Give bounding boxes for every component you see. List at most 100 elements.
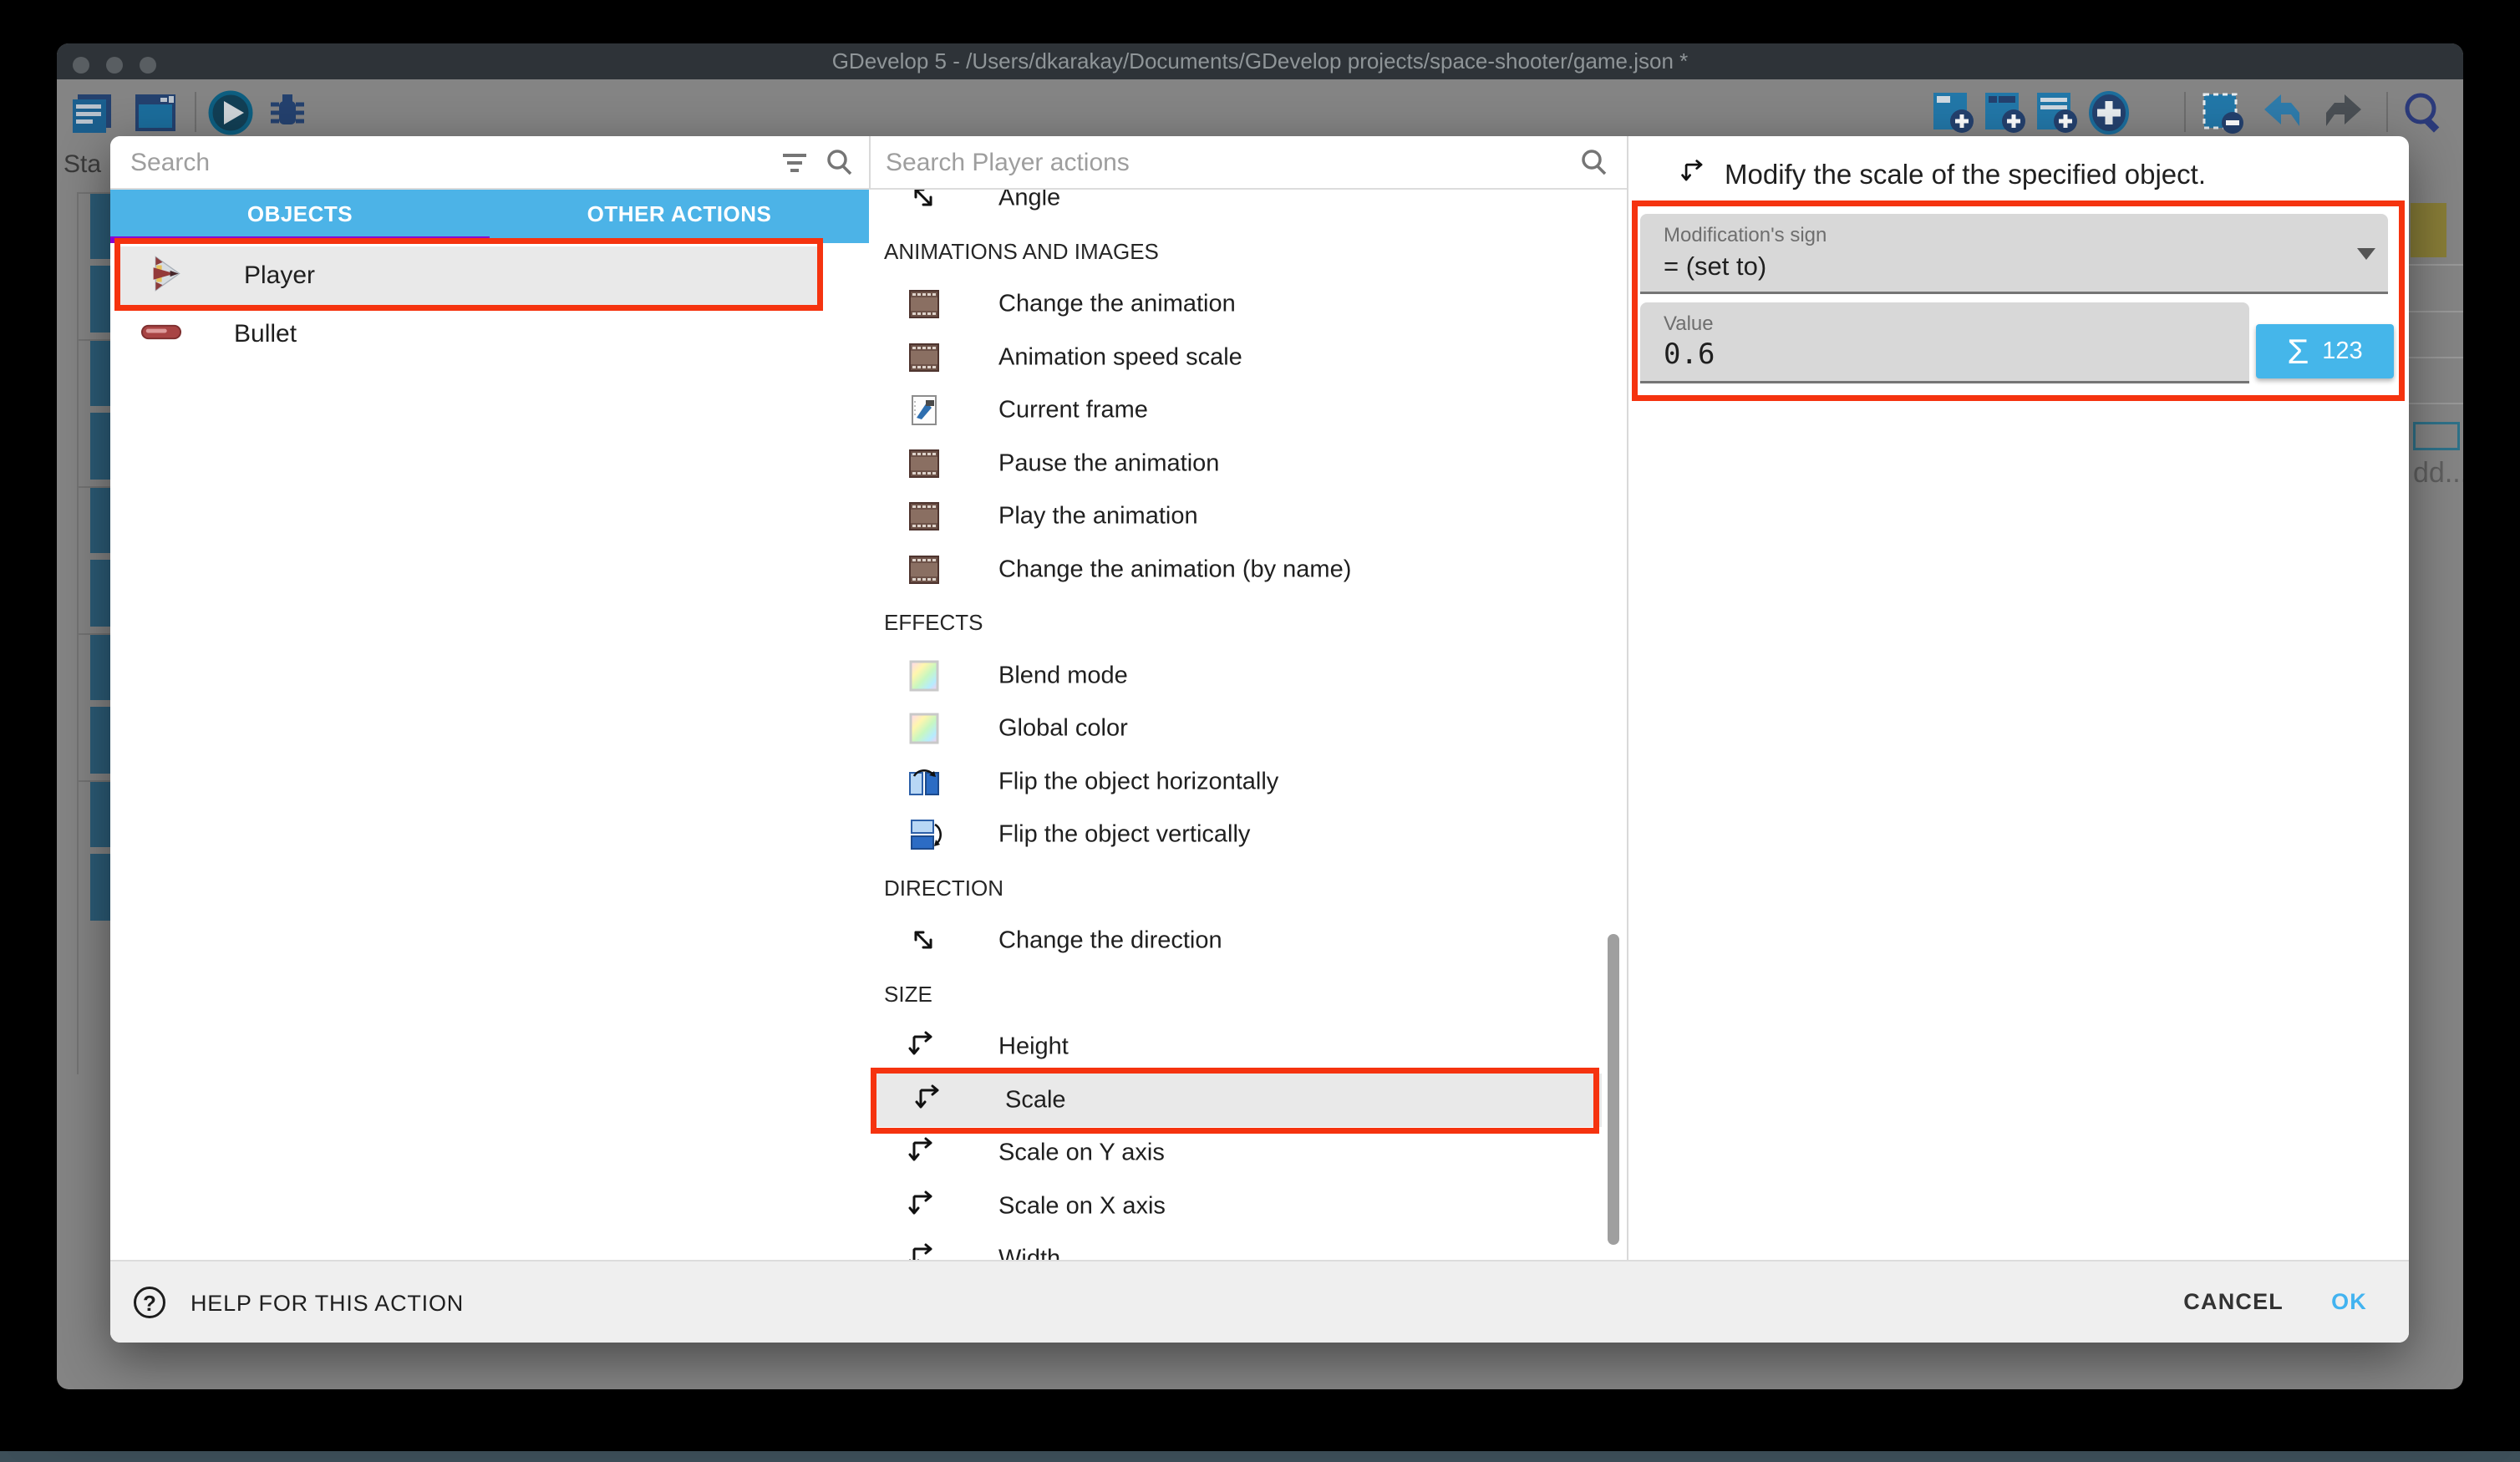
- field-label: Value: [1664, 312, 1714, 336]
- action-row[interactable]: Pause the animation: [869, 437, 1604, 490]
- project-manager-icon[interactable]: [69, 89, 116, 136]
- action-row[interactable]: Flip the object vertically: [869, 808, 1604, 861]
- film-icon: [907, 552, 942, 587]
- frame-icon: [907, 393, 942, 428]
- action-row[interactable]: Current frame: [869, 383, 1604, 437]
- debug-icon[interactable]: [264, 89, 311, 136]
- toolbar-divider: [2386, 92, 2388, 132]
- action-row[interactable]: Play the animation: [869, 490, 1604, 543]
- action-label: Change the direction: [998, 927, 1222, 955]
- ok-button[interactable]: OK: [2331, 1289, 2367, 1315]
- dialog-footer: ? HELP FOR THIS ACTION CANCEL OK: [110, 1260, 2409, 1343]
- film-icon: [907, 499, 942, 534]
- tab-other-actions[interactable]: OTHER ACTIONS: [490, 190, 869, 243]
- titlebar: GDevelop 5 - /Users/dkarakay/Documents/G…: [57, 43, 2463, 79]
- action-row[interactable]: Angle: [869, 190, 1604, 225]
- action-label: Pause the animation: [998, 449, 1219, 477]
- section-header: DIRECTION: [884, 861, 1603, 915]
- action-label: Width: [998, 1246, 1060, 1260]
- corner-arrow-icon: [913, 1083, 948, 1118]
- action-row[interactable]: Width: [869, 1232, 1604, 1260]
- toolbar-divider: [2184, 92, 2186, 132]
- rainbow-icon: [907, 711, 942, 746]
- help-icon[interactable]: ?: [134, 1287, 165, 1318]
- action-row[interactable]: Change the direction: [869, 914, 1604, 967]
- chevron-down-icon[interactable]: [2357, 248, 2375, 260]
- action-row[interactable]: Scale on X axis: [869, 1180, 1604, 1233]
- search-icon[interactable]: [822, 145, 857, 180]
- events-condition-block: [90, 486, 110, 553]
- window-title: GDevelop 5 - /Users/dkarakay/Documents/G…: [57, 43, 2463, 79]
- action-label: Current frame: [998, 397, 1148, 424]
- play-icon[interactable]: [207, 89, 254, 136]
- events-condition-block: [90, 413, 110, 480]
- action-row[interactable]: Change the animation (by name): [869, 543, 1604, 596]
- events-cell-border: [77, 633, 110, 635]
- screenshot-root: GDevelop 5 - /Users/dkarakay/Documents/G…: [0, 0, 2520, 1462]
- add-subevent-icon[interactable]: [1982, 89, 2029, 136]
- events-condition-block: [90, 192, 110, 259]
- modification-sign-select[interactable]: Modification's sign = (set to): [1640, 214, 2388, 294]
- film-icon: [907, 287, 942, 322]
- object-row[interactable]: Bullet: [110, 305, 869, 363]
- events-condition-block: [90, 633, 110, 700]
- rainbow-icon: [907, 658, 942, 693]
- tab-bar: OBJECTS OTHER ACTIONS: [110, 190, 869, 243]
- events-condition-block: [90, 854, 110, 921]
- action-label: Flip the object vertically: [998, 821, 1250, 849]
- action-label: Animation speed scale: [998, 343, 1242, 371]
- add-circle-icon[interactable]: [2086, 89, 2132, 136]
- add-event-icon[interactable]: [1930, 89, 1977, 136]
- object-row[interactable]: Player: [120, 246, 823, 305]
- action-row[interactable]: Height: [869, 1020, 1604, 1074]
- action-row[interactable]: Scale on Y axis: [869, 1126, 1604, 1180]
- add-comment-icon[interactable]: [2034, 89, 2081, 136]
- film-icon: [907, 340, 942, 375]
- actions-search-input[interactable]: [886, 143, 1537, 183]
- desktop-strip: [0, 1451, 2520, 1462]
- action-label: Change the animation (by name): [998, 556, 1351, 583]
- help-button[interactable]: HELP FOR THIS ACTION: [191, 1291, 464, 1317]
- tab-objects[interactable]: OBJECTS: [110, 190, 490, 243]
- scene-window-icon[interactable]: [132, 89, 179, 136]
- player-ship-icon: [150, 256, 184, 297]
- action-row[interactable]: Change the animation: [869, 277, 1604, 331]
- expression-button-label: 123: [2322, 338, 2362, 365]
- action-row[interactable]: Scale: [876, 1074, 1602, 1127]
- corner-arrow-icon: [907, 1029, 942, 1064]
- flip-v-icon: [907, 817, 942, 852]
- undo-icon[interactable]: [2258, 89, 2304, 136]
- search-icon[interactable]: [1577, 145, 1612, 180]
- film-icon: [907, 446, 942, 481]
- action-label: Scale on X axis: [998, 1192, 1166, 1220]
- objects-search-input[interactable]: [130, 143, 749, 183]
- action-label: Blend mode: [998, 662, 1128, 689]
- object-label: Player: [244, 261, 315, 290]
- filter-icon[interactable]: [777, 145, 812, 180]
- action-row[interactable]: Flip the object horizontally: [869, 755, 1604, 809]
- scrollbar-thumb[interactable]: [1608, 934, 1619, 1245]
- remove-selection-icon[interactable]: [2199, 89, 2246, 136]
- corner-arrow-icon: [907, 1189, 942, 1224]
- events-row-divider: [2409, 311, 2463, 312]
- diagonal-arrow-icon: [907, 923, 942, 958]
- expression-editor-button[interactable]: Σ 123: [2256, 324, 2394, 378]
- events-condition-block: [90, 339, 110, 406]
- action-row[interactable]: Global color: [869, 702, 1604, 755]
- events-condition-block: [90, 780, 110, 847]
- action-row[interactable]: Blend mode: [869, 649, 1604, 703]
- events-selected-block: [2411, 203, 2446, 257]
- redo-icon[interactable]: [2321, 89, 2368, 136]
- cancel-button[interactable]: CANCEL: [2183, 1289, 2284, 1315]
- action-label: Change the animation: [998, 291, 1236, 318]
- action-row[interactable]: Animation speed scale: [869, 331, 1604, 384]
- objects-search-row: [110, 136, 869, 190]
- search-toolbar-icon[interactable]: [2400, 89, 2446, 136]
- events-cell-border: [77, 339, 110, 341]
- action-label: Height: [998, 1033, 1069, 1061]
- events-row-divider: [2409, 264, 2463, 266]
- sigma-icon: Σ: [2287, 334, 2309, 369]
- field-value: = (set to): [1664, 251, 1766, 282]
- value-input[interactable]: Value 0.6: [1640, 302, 2249, 383]
- action-label: Flip the object horizontally: [998, 768, 1278, 795]
